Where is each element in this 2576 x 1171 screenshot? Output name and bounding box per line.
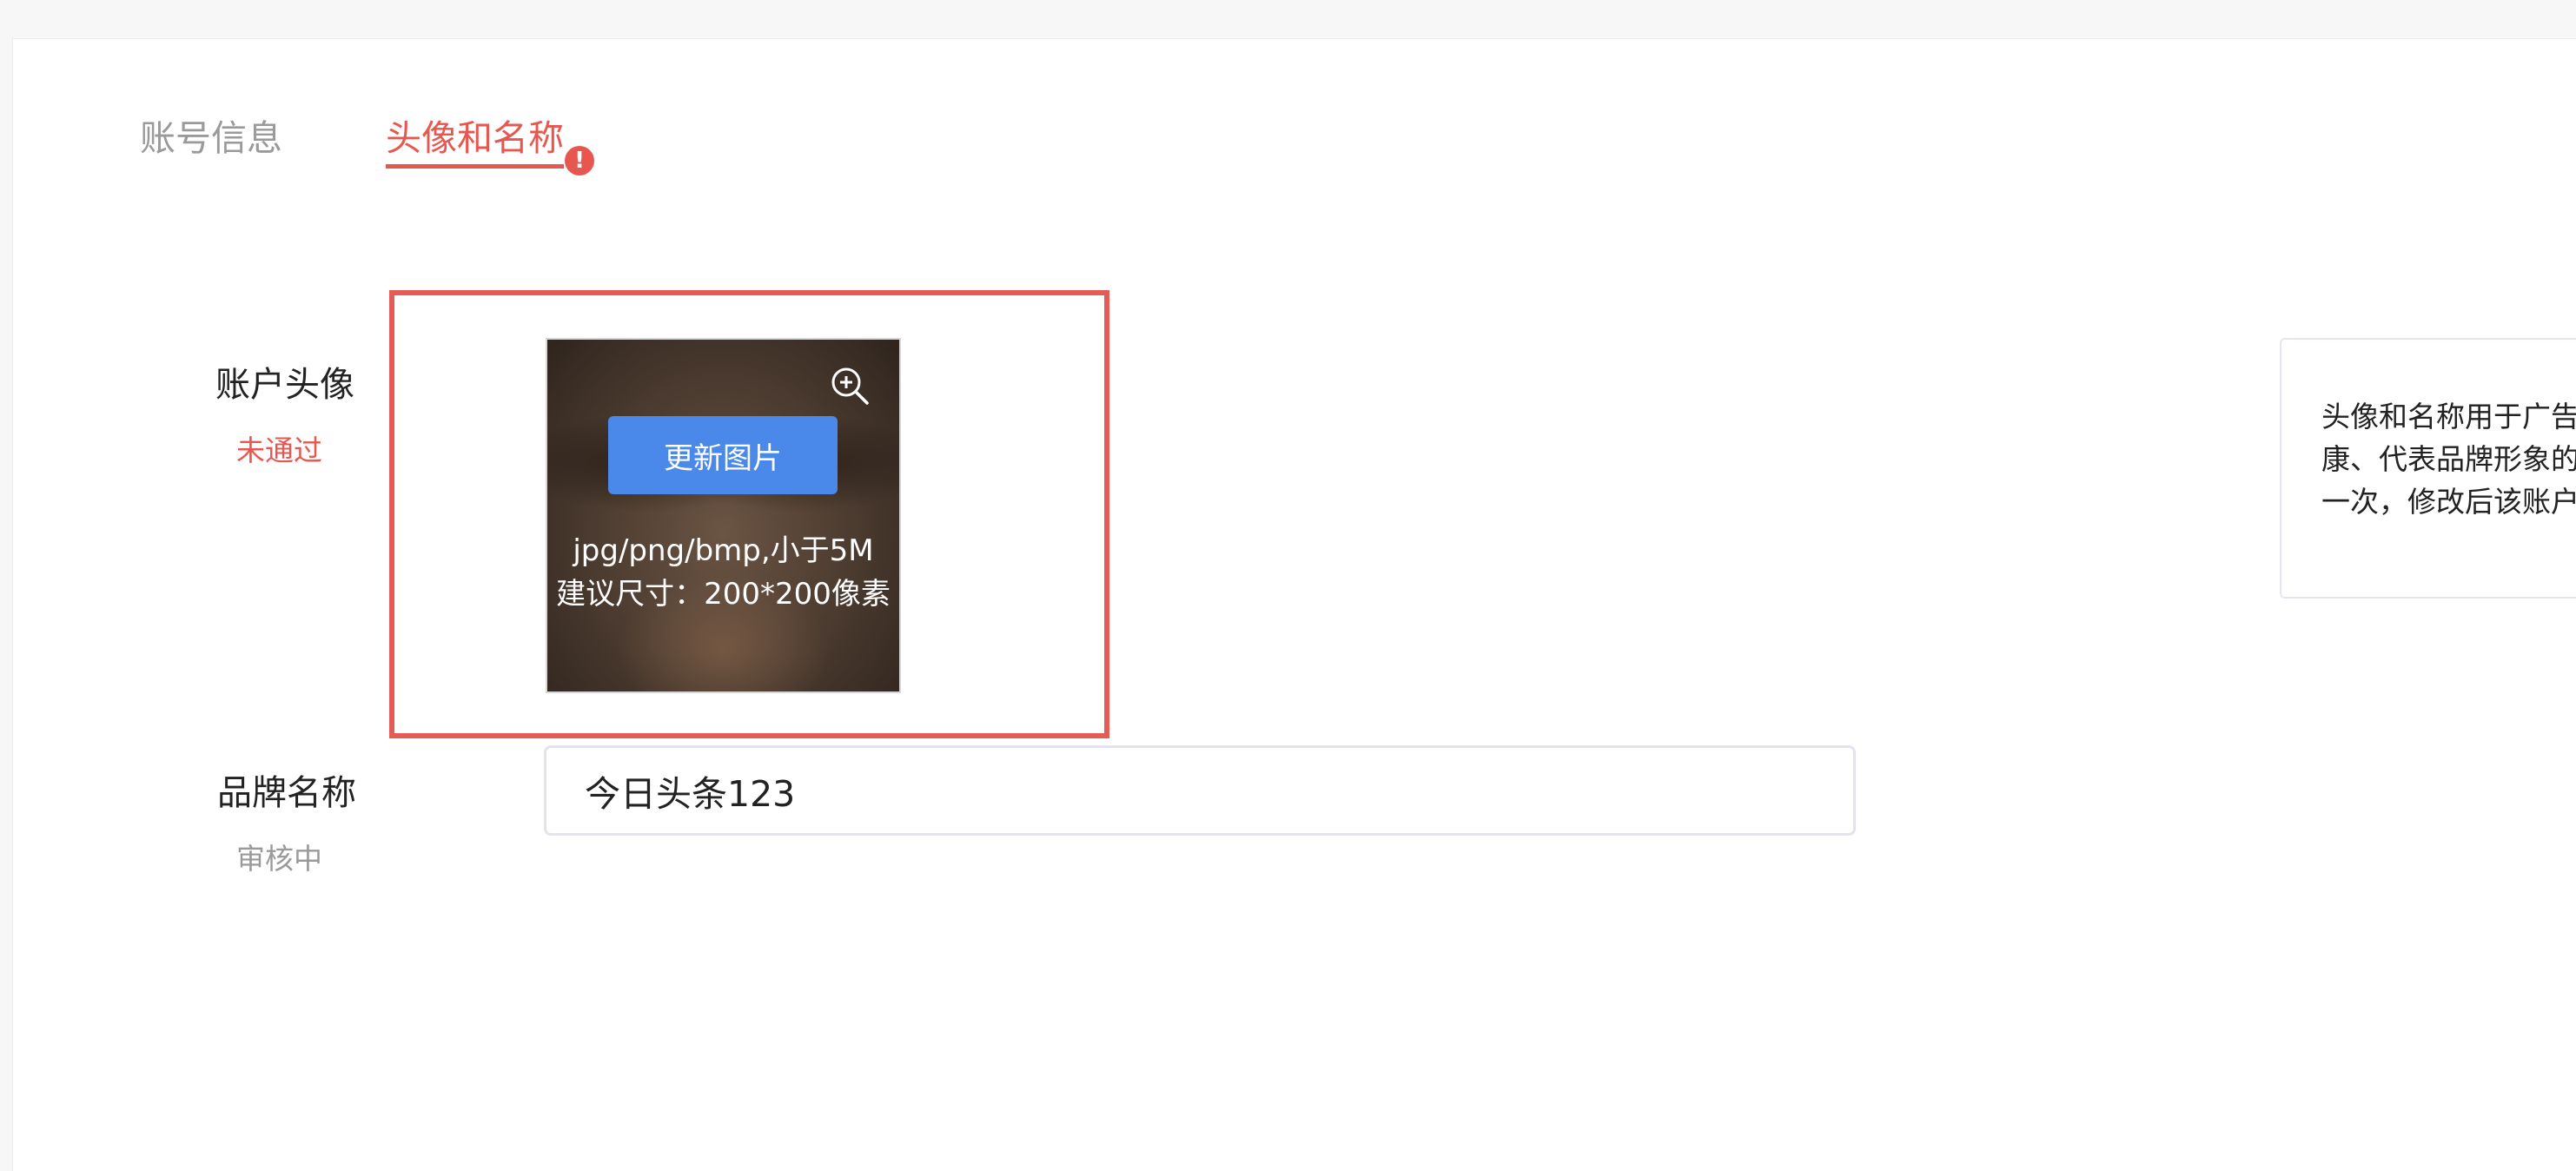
avatar-format-hint: jpg/png/bmp,小于5M [573,533,874,568]
brand-field-label: 品牌名称 [217,773,356,813]
info-panel: 头像和名称用于广告 康、代表品牌形象的 一次，修改后该账户 [2280,338,2576,599]
zoom-in-icon[interactable] [828,364,871,407]
update-image-button[interactable]: 更新图片 [608,416,838,494]
info-text-line: 一次，修改后该账户 [2321,485,2576,519]
avatar-size-hint: 建议尺寸：200*200像素 [556,577,891,612]
avatar-field-label: 账户头像 [215,365,354,405]
brand-name-input[interactable] [544,745,1856,836]
brand-status-badge: 审核中 [236,842,322,876]
info-text-line: 康、代表品牌形象的 [2321,442,2576,476]
info-text-line: 头像和名称用于广告 [2321,400,2576,433]
tab-account-info[interactable]: 账号信息 [140,114,282,162]
alert-badge: ! [565,146,594,175]
avatar-status-badge: 未通过 [236,433,322,467]
tab-avatar-and-name[interactable]: 头像和名称 [386,114,564,169]
